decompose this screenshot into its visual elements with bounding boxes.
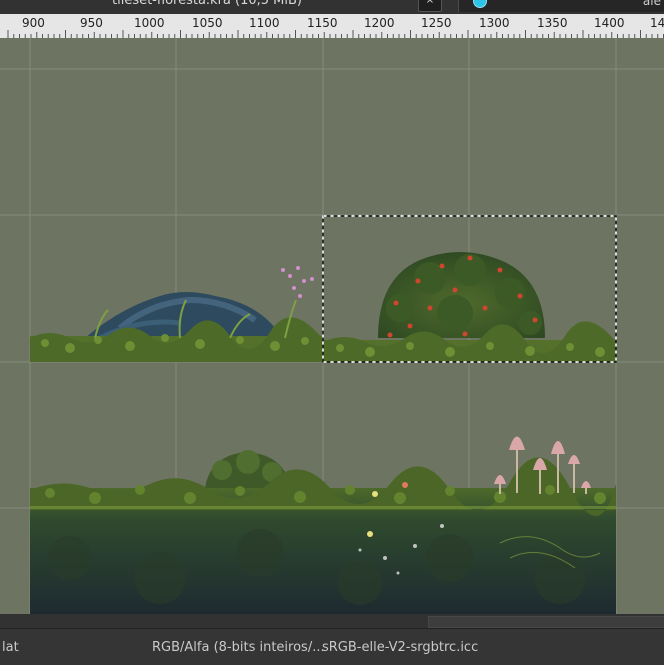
ruler-label: 900: [22, 16, 45, 30]
horizontal-ruler[interactable]: 900 950 1000 1050 1100 1150 1200 1250 13…: [0, 14, 664, 39]
docker-panel-label: ale: [642, 0, 661, 8]
ruler-label: 14: [650, 16, 664, 30]
close-document-button[interactable]: ×: [418, 0, 442, 12]
ruler-label: 1050: [192, 16, 223, 30]
ruler-label: 1400: [594, 16, 625, 30]
status-bar: lat RGB/Alfa (8-bits inteiros/... sRGB-e…: [0, 628, 664, 665]
ruler-label: 1000: [134, 16, 165, 30]
palette-icon[interactable]: [473, 0, 487, 8]
tileset-artwork: [0, 38, 664, 614]
horizontal-scrollbar[interactable]: [0, 614, 664, 628]
color-model-label: RGB/Alfa (8-bits inteiros/...: [152, 640, 325, 655]
document-title: tileset-floresta.kra (10,5 MiB): [112, 0, 302, 8]
status-left-text: lat: [2, 640, 19, 655]
berry-bush-tile: [323, 252, 616, 362]
ruler-label: 1150: [307, 16, 338, 30]
docker-panel-header: ale: [458, 0, 664, 12]
ruler-label: 1100: [249, 16, 280, 30]
ruler-label: 1350: [537, 16, 568, 30]
ruler-label: 1250: [421, 16, 452, 30]
color-profile-label: sRGB-elle-V2-srgbtrc.icc: [322, 640, 479, 655]
canvas-area[interactable]: [0, 38, 664, 614]
ruler-label: 1300: [479, 16, 510, 30]
scrollbar-thumb[interactable]: [428, 616, 664, 628]
title-bar: tileset-floresta.kra (10,5 MiB) × ale: [0, 0, 664, 14]
ruler-label: 1200: [364, 16, 395, 30]
ruler-label: 950: [80, 16, 103, 30]
